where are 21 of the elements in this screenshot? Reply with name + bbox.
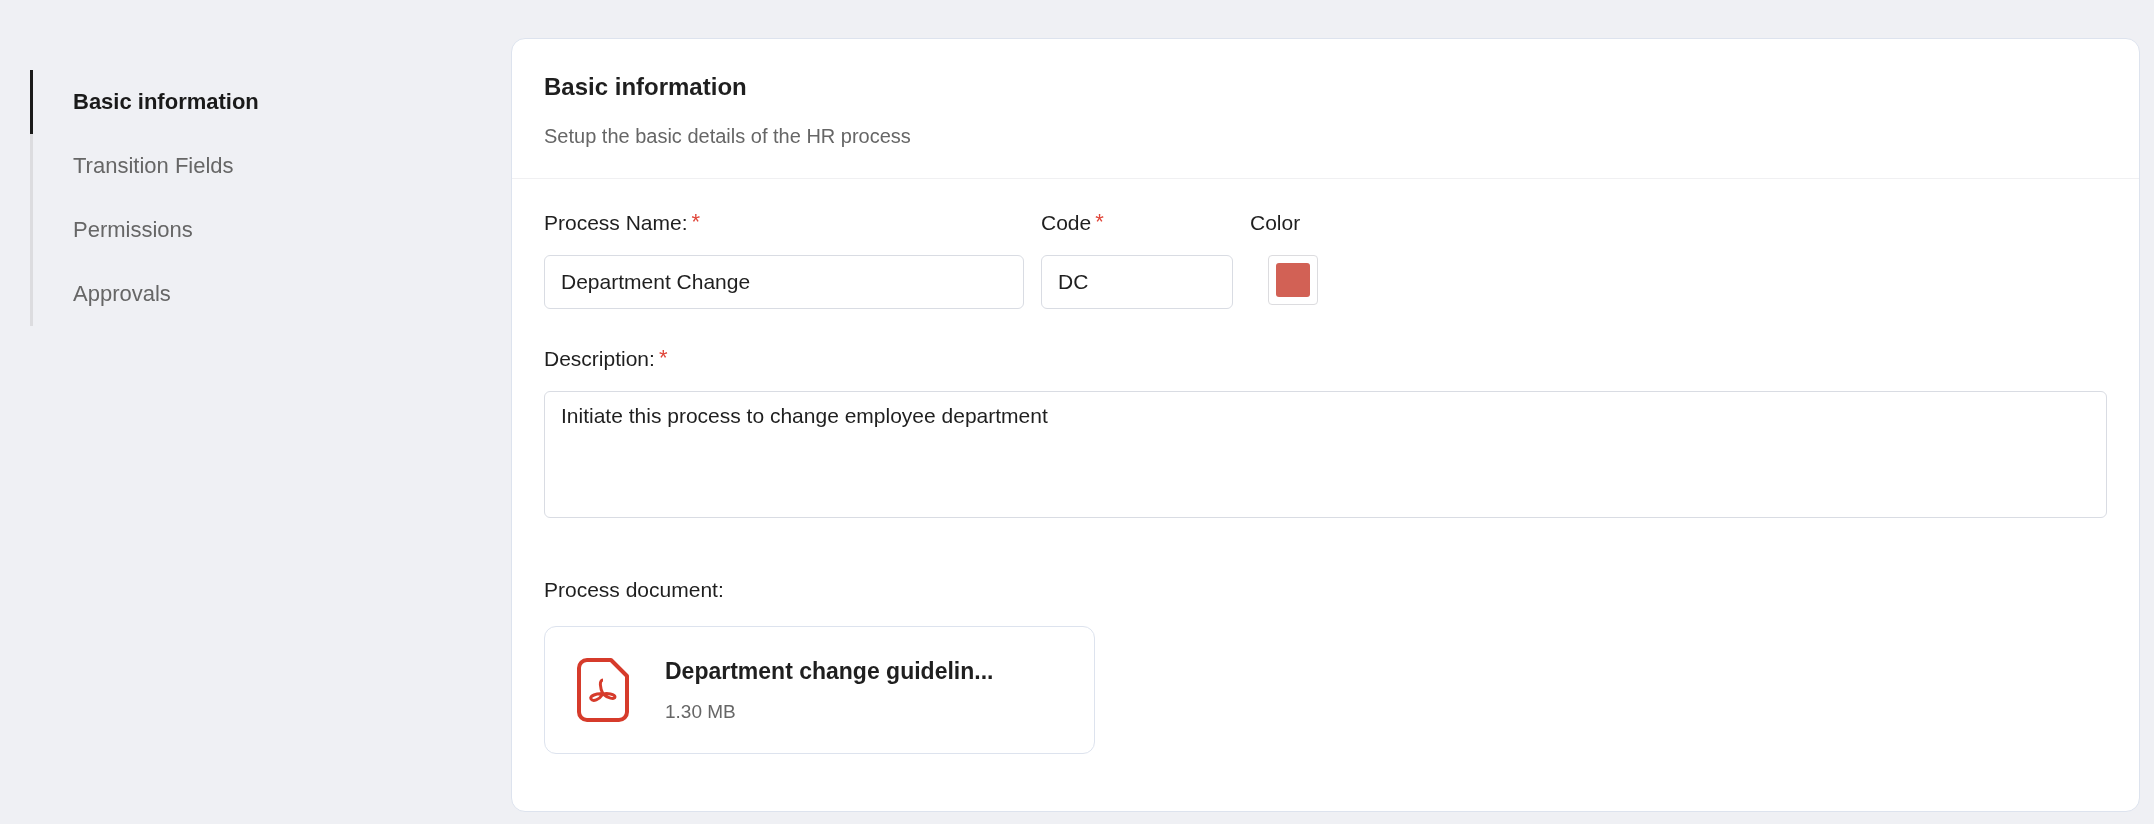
sidebar-item[interactable]: Permissions [30,198,511,262]
field-label: Color [1250,211,1301,235]
field-label: Description: [544,347,655,371]
field-label: Process Name: [544,211,688,235]
pdf-file-icon [577,658,629,722]
section-title: Basic information [544,73,748,101]
description-field[interactable]: Initiate this process to change employee department [544,391,2107,518]
section-subtitle: Setup the basic details of the HR process [544,125,912,148]
color-picker[interactable] [1268,255,1318,305]
file-card[interactable]: Department change guidelin... 1.30 MB [544,626,1095,754]
sidebar-item[interactable]: Transition Fields [30,134,511,198]
code-field[interactable]: DC [1041,255,1233,309]
required-mark: * [691,211,701,233]
required-mark: * [1095,211,1104,233]
process-name-field[interactable]: Department Change [544,255,1024,309]
file-name: Department change guidelin... [665,657,994,685]
file-size: 1.30 MB [665,700,737,723]
field-label: Process document: [544,578,724,602]
field-label: Code [1041,211,1092,235]
sidebar-item[interactable]: Approvals [30,262,511,326]
required-mark: * [658,347,668,369]
